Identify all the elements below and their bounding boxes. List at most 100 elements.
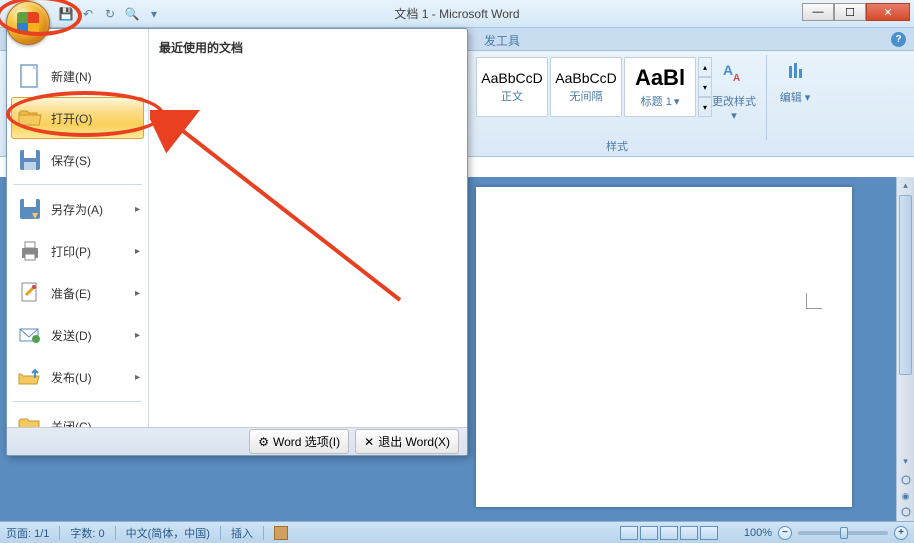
style-label: 无间隔 [570, 88, 603, 104]
zoom-in-button[interactable]: + [894, 526, 908, 540]
group-divider [766, 55, 767, 140]
menu-label: 发布(U) [51, 369, 92, 386]
redo-icon[interactable]: ↻ [102, 6, 118, 22]
dropdown-icon: ▾ [674, 95, 680, 108]
office-menu-left: 新建(N) 打开(O) 保存(S) 另存为(A) ▸ 打印(P) [7, 29, 149, 455]
style-preview: AaBbCcD [555, 70, 616, 86]
word-options-button[interactable]: ⚙ Word 选项(I) [249, 429, 349, 454]
menu-item-new[interactable]: 新建(N) [11, 55, 144, 97]
prev-page-icon[interactable] [897, 473, 914, 487]
dropdown-icon: ▾ [805, 92, 811, 104]
publish-icon [17, 364, 43, 390]
language-status[interactable]: 中文(简体，中国) [126, 525, 210, 541]
change-styles-label: 更改样式 [712, 96, 756, 108]
zoom-controls: 100% − + [744, 526, 908, 540]
window-title: 文档 1 - Microsoft Word [394, 5, 519, 22]
menu-item-send[interactable]: 发送(D) ▸ [11, 314, 144, 356]
save-as-icon [17, 196, 43, 222]
view-outline-icon[interactable] [680, 526, 698, 540]
edit-icon [780, 57, 810, 87]
statusbar-divider [220, 526, 221, 540]
menu-item-publish[interactable]: 发布(U) ▸ [11, 356, 144, 398]
menu-label: 保存(S) [51, 152, 91, 169]
qat-dropdown-icon[interactable]: ▾ [146, 6, 162, 22]
print-preview-icon[interactable]: 🔍 [124, 6, 140, 22]
style-normal[interactable]: AaBbCcD 正文 [476, 57, 548, 117]
view-buttons [620, 526, 718, 540]
scroll-thumb[interactable] [899, 195, 912, 375]
recent-docs-title: 最近使用的文档 [159, 35, 457, 60]
zoom-level[interactable]: 100% [744, 527, 772, 539]
change-styles-icon: AA [717, 57, 751, 91]
options-label: Word 选项(I) [273, 433, 340, 450]
menu-label: 打印(P) [51, 243, 91, 260]
tab-partial[interactable]: 发工具 [476, 28, 528, 50]
prepare-icon [17, 280, 43, 306]
submenu-arrow-icon: ▸ [135, 288, 140, 299]
menu-label: 发送(D) [51, 327, 92, 344]
submenu-arrow-icon: ▸ [135, 330, 140, 341]
statusbar-divider [59, 526, 60, 540]
view-fullscreen-icon[interactable] [640, 526, 658, 540]
menu-divider [13, 401, 142, 402]
save-disk-icon [17, 147, 43, 173]
titlebar: 💾 ↶ ↻ 🔍 ▾ 文档 1 - Microsoft Word — ☐ ✕ [0, 0, 914, 28]
style-preview: AaBl [635, 65, 685, 91]
word-count[interactable]: 字数: 0 [70, 525, 104, 541]
page-status[interactable]: 页面: 1/1 [6, 525, 49, 541]
menu-label: 准备(E) [51, 285, 91, 302]
submenu-arrow-icon: ▸ [135, 372, 140, 383]
view-draft-icon[interactable] [700, 526, 718, 540]
insert-mode[interactable]: 插入 [231, 525, 253, 541]
office-orb-icon [6, 1, 50, 45]
dropdown-icon: ▾ [731, 110, 737, 122]
printer-icon [17, 238, 43, 264]
save-icon[interactable]: 💾 [58, 6, 74, 22]
office-menu: 新建(N) 打开(O) 保存(S) 另存为(A) ▸ 打印(P) [6, 28, 468, 456]
document-page[interactable] [476, 187, 852, 507]
undo-icon[interactable]: ↶ [80, 6, 96, 22]
help-icon[interactable]: ? [891, 32, 906, 47]
office-button[interactable] [6, 1, 50, 45]
menu-label: 新建(N) [51, 68, 92, 85]
edit-button[interactable]: 编辑 ▾ [770, 57, 820, 105]
menu-item-open[interactable]: 打开(O) [11, 97, 144, 139]
zoom-slider-thumb[interactable] [840, 527, 848, 539]
office-menu-right: 最近使用的文档 [149, 29, 467, 455]
new-doc-icon [17, 63, 43, 89]
next-page-icon[interactable] [897, 505, 914, 519]
page-margin-marker [806, 293, 822, 309]
menu-divider [13, 184, 142, 185]
style-label: 正文 [501, 88, 523, 104]
menu-item-save-as[interactable]: 另存为(A) ▸ [11, 188, 144, 230]
exit-label: 退出 Word(X) [378, 433, 450, 450]
menu-label: 打开(O) [51, 110, 92, 127]
view-print-layout-icon[interactable] [620, 526, 638, 540]
style-label: 标题 1 [641, 93, 672, 109]
zoom-slider[interactable] [798, 531, 888, 535]
macro-icon[interactable] [274, 526, 288, 540]
scroll-up-icon[interactable]: ▴ [897, 177, 914, 193]
menu-item-print[interactable]: 打印(P) ▸ [11, 230, 144, 272]
menu-item-save[interactable]: 保存(S) [11, 139, 144, 181]
office-menu-bottom: ⚙ Word 选项(I) ✕ 退出 Word(X) [7, 427, 467, 455]
menu-item-prepare[interactable]: 准备(E) ▸ [11, 272, 144, 314]
change-styles-button[interactable]: AA 更改样式 ▾ [708, 57, 760, 122]
submenu-arrow-icon: ▸ [135, 204, 140, 215]
vertical-scrollbar[interactable]: ▴ ▾ ◉ [896, 177, 914, 521]
svg-text:A: A [733, 73, 740, 84]
maximize-button[interactable]: ☐ [834, 3, 866, 21]
statusbar: 页面: 1/1 字数: 0 中文(简体，中国) 插入 100% − + [0, 521, 914, 543]
styles-group-label: 样式 [476, 138, 758, 154]
exit-word-button[interactable]: ✕ 退出 Word(X) [355, 429, 459, 454]
scroll-down-icon[interactable]: ▾ [897, 453, 914, 469]
close-button[interactable]: ✕ [866, 3, 910, 21]
style-heading1[interactable]: AaBl 标题 1 ▾ [624, 57, 696, 117]
zoom-out-button[interactable]: − [778, 526, 792, 540]
minimize-button[interactable]: — [802, 3, 834, 21]
style-nospacing[interactable]: AaBbCcD 无间隔 [550, 57, 622, 117]
statusbar-divider [115, 526, 116, 540]
view-web-icon[interactable] [660, 526, 678, 540]
browse-object-icon[interactable]: ◉ [897, 489, 914, 503]
style-preview: AaBbCcD [481, 70, 542, 86]
